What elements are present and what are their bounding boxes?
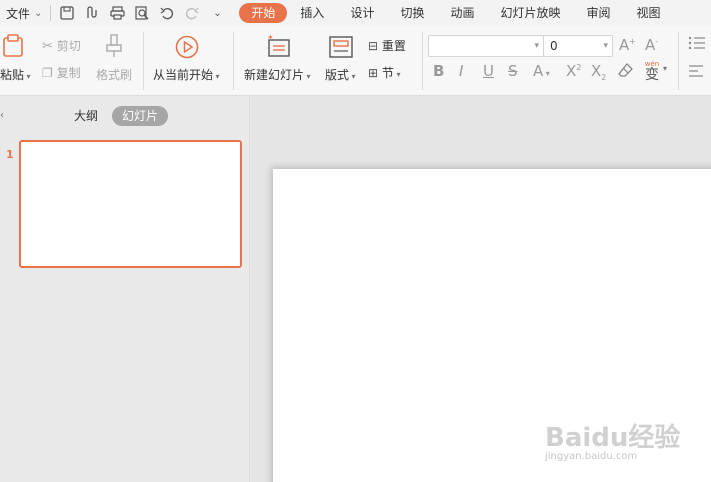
layout-label: 版式: [325, 68, 350, 82]
copy-label: 复制: [56, 66, 81, 80]
scissors-icon: ✂: [42, 39, 53, 54]
phonetic-guide-button[interactable]: wén 变: [642, 60, 662, 83]
slide-number: 1: [6, 148, 14, 161]
layout-icon[interactable]: [329, 36, 353, 61]
cut-label: 剪切: [56, 39, 81, 53]
play-icon[interactable]: [175, 35, 199, 62]
print-icon[interactable]: [109, 5, 125, 21]
font-name-field[interactable]: ▾: [428, 35, 544, 57]
tab-review[interactable]: 审阅: [574, 3, 624, 23]
slides-pane: ‹ 大纲 幻灯片 1: [0, 96, 250, 482]
tab-slideshow[interactable]: 幻灯片放映: [487, 3, 573, 23]
new-slide-button[interactable]: 新建幻灯片 ▾: [244, 66, 311, 83]
new-slide-icon[interactable]: ✶: [266, 33, 292, 61]
italic-icon[interactable]: I: [459, 62, 463, 80]
tab-slides[interactable]: 幻灯片: [112, 106, 169, 126]
format-painter-icon[interactable]: [105, 34, 125, 61]
export-pdf-icon[interactable]: [84, 5, 100, 21]
chevron-down-icon: ▾: [603, 41, 608, 51]
tab-design[interactable]: 设计: [337, 3, 387, 23]
align-left-icon[interactable]: [688, 64, 704, 81]
tab-outline[interactable]: 大纲: [74, 106, 98, 126]
chevron-down-icon[interactable]: ▾: [663, 64, 667, 73]
watermark: Baidu经验 jingyan.baidu.com: [545, 405, 685, 465]
font-size-field[interactable]: 0 ▾: [543, 35, 613, 57]
divider: [422, 32, 423, 90]
redo-icon[interactable]: [184, 5, 200, 21]
customize-toolbar-icon[interactable]: ⌄: [209, 5, 225, 21]
divider: [233, 32, 234, 90]
reset-button[interactable]: ⊟ 重置: [368, 37, 406, 54]
paste-icon[interactable]: [2, 34, 24, 61]
file-menu[interactable]: 文件 ⌄: [6, 5, 42, 22]
from-current-button[interactable]: 从当前开始 ▾: [153, 66, 220, 83]
increase-font-icon[interactable]: A+: [619, 36, 636, 54]
subscript-icon[interactable]: X2: [591, 62, 606, 82]
save-icon[interactable]: [59, 5, 75, 21]
copy-button[interactable]: ❐ 复制: [42, 64, 81, 81]
section-icon: ⊞: [368, 66, 379, 80]
strikethrough-icon[interactable]: S: [508, 62, 518, 80]
tab-transitions[interactable]: 切换: [387, 3, 437, 23]
tab-home[interactable]: 开始: [239, 3, 288, 23]
copy-icon: ❐: [42, 66, 53, 80]
eraser-icon[interactable]: [618, 62, 634, 82]
font-size-value: 0: [550, 39, 558, 53]
watermark-url: jingyan.baidu.com: [545, 451, 638, 462]
reset-label: 重置: [381, 39, 406, 53]
paste-button[interactable]: 粘贴 ▾: [0, 66, 31, 83]
chevron-down-icon: ⌄: [34, 7, 43, 19]
watermark-logo: Baidu经验: [545, 423, 681, 453]
layout-button[interactable]: 版式 ▾: [325, 66, 356, 83]
quick-access-toolbar: ⌄: [59, 5, 225, 21]
bold-icon[interactable]: B: [433, 62, 444, 80]
superscript-icon[interactable]: X2: [566, 62, 581, 80]
format-painter-button[interactable]: 格式刷: [96, 66, 132, 83]
slide-thumbnail[interactable]: [19, 140, 242, 268]
tab-insert[interactable]: 插入: [287, 3, 337, 23]
new-slide-label: 新建幻灯片: [244, 68, 305, 82]
section-button[interactable]: ⊞ 节 ▾: [368, 64, 400, 81]
section-label: 节: [381, 66, 394, 80]
menu-bar: 文件 ⌄ ⌄ 开始 插入 设计 切换 动画 幻灯片放映 审阅 视图: [0, 0, 711, 26]
underline-icon[interactable]: U: [483, 62, 494, 80]
print-preview-icon[interactable]: [134, 5, 150, 21]
ribbon-toolbar: 粘贴 ▾ ✂ 剪切 ❐ 复制 格式刷 从当前开始 ▾ ✶ 新建幻灯片 ▾ 版式 …: [0, 26, 711, 96]
file-menu-label: 文件: [6, 6, 31, 21]
ribbon-tabs: 开始 插入 设计 切换 动画 幻灯片放映 审阅 视图: [239, 3, 673, 23]
phonetic-icon: 变: [645, 67, 659, 83]
tab-view[interactable]: 视图: [624, 3, 674, 23]
font-color-icon[interactable]: A ▾: [533, 62, 550, 80]
reset-icon: ⊟: [368, 39, 379, 53]
divider: [50, 5, 52, 21]
cut-button[interactable]: ✂ 剪切: [42, 37, 81, 54]
from-current-label: 从当前开始: [153, 68, 214, 82]
tab-animations[interactable]: 动画: [437, 3, 487, 23]
decrease-font-icon[interactable]: A-: [645, 36, 658, 54]
bullets-icon[interactable]: [688, 36, 706, 53]
format-painter-label: 格式刷: [96, 68, 133, 82]
pane-tabs: 大纲 幻灯片: [0, 106, 250, 128]
divider: [143, 32, 144, 90]
svg-text:✶: ✶: [267, 34, 274, 42]
undo-icon[interactable]: [159, 5, 175, 21]
divider: [678, 32, 679, 90]
paste-label: 粘贴: [0, 68, 25, 82]
chevron-down-icon: ▾: [534, 41, 539, 51]
